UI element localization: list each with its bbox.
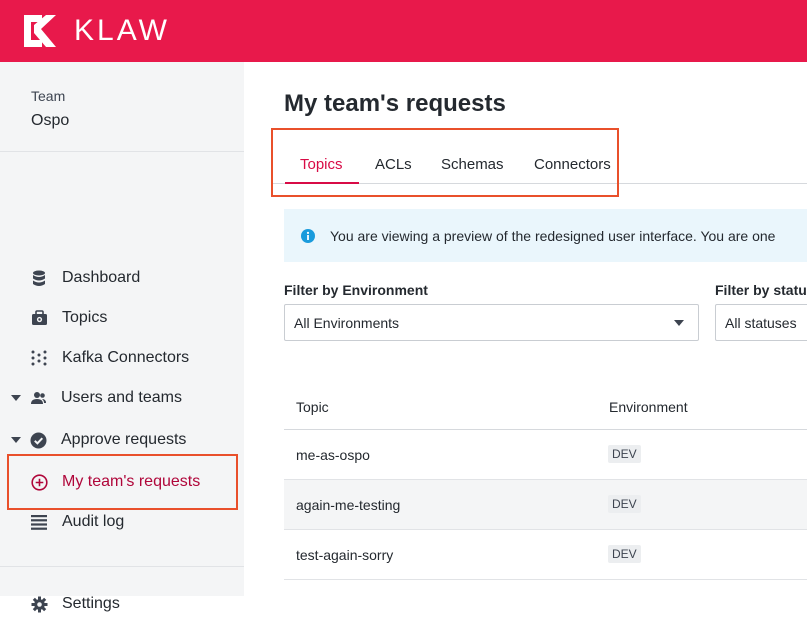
check-circle-icon [29, 431, 47, 449]
column-header-topic[interactable]: Topic [296, 399, 329, 415]
info-icon [301, 228, 315, 243]
topic-cell: me-as-ospo [296, 447, 370, 463]
sidebar-item-kafka-connectors[interactable]: Kafka Connectors [0, 338, 244, 378]
gear-icon [30, 595, 48, 613]
list-icon [30, 513, 48, 531]
environment-filter-value: All Environments [294, 314, 400, 331]
requests-table: Topic Environment me-as-ospo DEV again-m… [284, 380, 807, 580]
sidebar-item-settings[interactable]: Settings [0, 584, 244, 624]
top-header: KLAW [0, 0, 807, 62]
environment-badge: DEV [608, 445, 641, 463]
sidebar-item-audit-log[interactable]: Audit log [0, 502, 244, 542]
table-row[interactable]: me-as-ospo DEV [284, 430, 807, 480]
topic-cell: again-me-testing [296, 497, 401, 513]
sidebar-item-label: Settings [62, 595, 120, 612]
sidebar-item-label: Audit log [62, 513, 125, 530]
chevron-down-icon[interactable] [11, 393, 21, 403]
sidebar-item-label: Approve requests [61, 431, 187, 448]
sidebar-item-label: Topics [62, 309, 108, 326]
chevron-down-icon[interactable] [11, 435, 21, 445]
connectors-icon [30, 349, 48, 367]
klaw-logo-icon [24, 15, 56, 47]
users-icon [29, 389, 47, 407]
column-header-environment[interactable]: Environment [609, 399, 688, 415]
sidebar-item-topics[interactable]: Topics [0, 298, 244, 338]
sidebar-item-label: Kafka Connectors [62, 349, 190, 366]
team-name: Ospo [31, 112, 70, 129]
environment-filter-label: Filter by Environment [284, 282, 428, 298]
page-title: My team's requests [284, 90, 506, 117]
sidebar-item-users-and-teams[interactable]: Users and teams [0, 378, 244, 418]
sidebar: Team Ospo Dashboard Topics Kafka Connect… [0, 62, 244, 612]
environment-badge: DEV [608, 495, 641, 513]
chevron-down-icon [674, 320, 684, 326]
sidebar-item-label: Dashboard [62, 269, 141, 286]
environment-filter-select[interactable]: All Environments [284, 304, 699, 341]
topic-cell: test-again-sorry [296, 547, 394, 563]
environment-badge: DEV [608, 545, 641, 563]
table-row[interactable]: test-again-sorry DEV [284, 530, 807, 580]
sidebar-divider [0, 566, 244, 567]
status-filter-label: Filter by status [715, 282, 807, 298]
team-label: Team [31, 88, 66, 104]
sidebar-item-label: Users and teams [61, 389, 182, 406]
highlight-box [271, 128, 619, 197]
sidebar-item-dashboard[interactable]: Dashboard [0, 258, 244, 298]
status-filter-select[interactable]: All statuses [715, 304, 807, 341]
table-header: Topic Environment [284, 380, 807, 430]
status-filter-value: All statuses [725, 314, 797, 331]
banner-text: You are viewing a preview of the redesig… [330, 227, 776, 244]
table-row[interactable]: again-me-testing DEV [284, 480, 807, 530]
team-info: Team Ospo [0, 62, 244, 152]
preview-banner: You are viewing a preview of the redesig… [284, 209, 807, 262]
klaw-logo[interactable]: KLAW [22, 13, 170, 49]
main-content: My team's requests Topics ACLs Schemas C… [244, 62, 807, 596]
database-icon [30, 269, 48, 287]
topics-icon [30, 309, 48, 327]
brand-name: KLAW [74, 14, 170, 47]
